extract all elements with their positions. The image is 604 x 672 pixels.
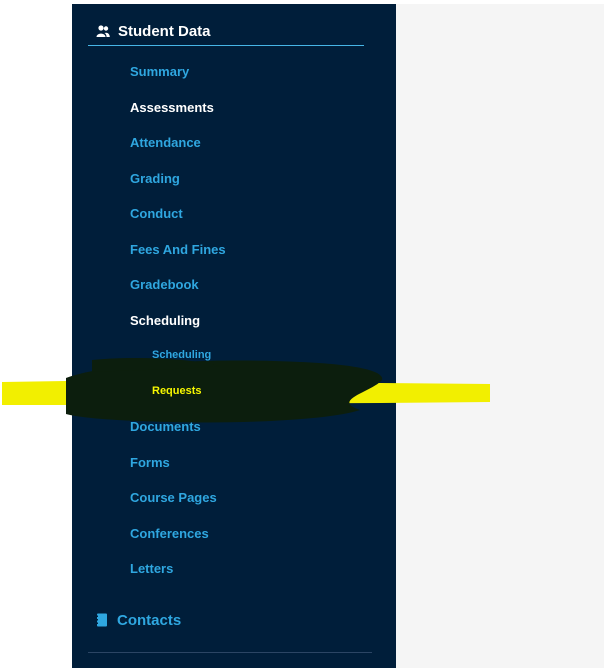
- nav-item-attendance[interactable]: Attendance: [72, 125, 396, 161]
- nav-item-forms[interactable]: Forms: [72, 445, 396, 481]
- nav-item-grading[interactable]: Grading: [72, 161, 396, 197]
- nav-item-conferences[interactable]: Conferences: [72, 516, 396, 552]
- section-header-student-data[interactable]: Student Data: [96, 16, 364, 46]
- nav-item-fees-and-fines[interactable]: Fees And Fines: [72, 232, 396, 268]
- nav-item-assessments[interactable]: Assessments: [72, 90, 396, 126]
- section-underline: [88, 45, 364, 46]
- nav-subitem-requests[interactable]: Requests: [72, 374, 396, 410]
- nav-item-conduct[interactable]: Conduct: [72, 196, 396, 232]
- address-book-icon: [96, 613, 108, 627]
- bottom-divider: [88, 652, 372, 653]
- nav-subitem-scheduling[interactable]: Scheduling: [72, 338, 396, 374]
- nav-list: Summary Assessments Attendance Grading C…: [72, 54, 396, 587]
- nav-item-scheduling[interactable]: Scheduling: [72, 303, 396, 339]
- contacts-label: Contacts: [117, 611, 182, 629]
- nav-item-summary[interactable]: Summary: [72, 54, 396, 90]
- users-icon: [96, 24, 110, 38]
- sidebar: Student Data Summary Assessments Attenda…: [72, 4, 396, 668]
- nav-item-gradebook[interactable]: Gradebook: [72, 267, 396, 303]
- nav-item-letters[interactable]: Letters: [72, 551, 396, 587]
- content-pane: [396, 4, 604, 668]
- nav-item-documents[interactable]: Documents: [72, 409, 396, 445]
- section-header-contacts[interactable]: Contacts: [96, 606, 181, 634]
- nav-item-course-pages[interactable]: Course Pages: [72, 480, 396, 516]
- section-title: Student Data: [118, 22, 211, 40]
